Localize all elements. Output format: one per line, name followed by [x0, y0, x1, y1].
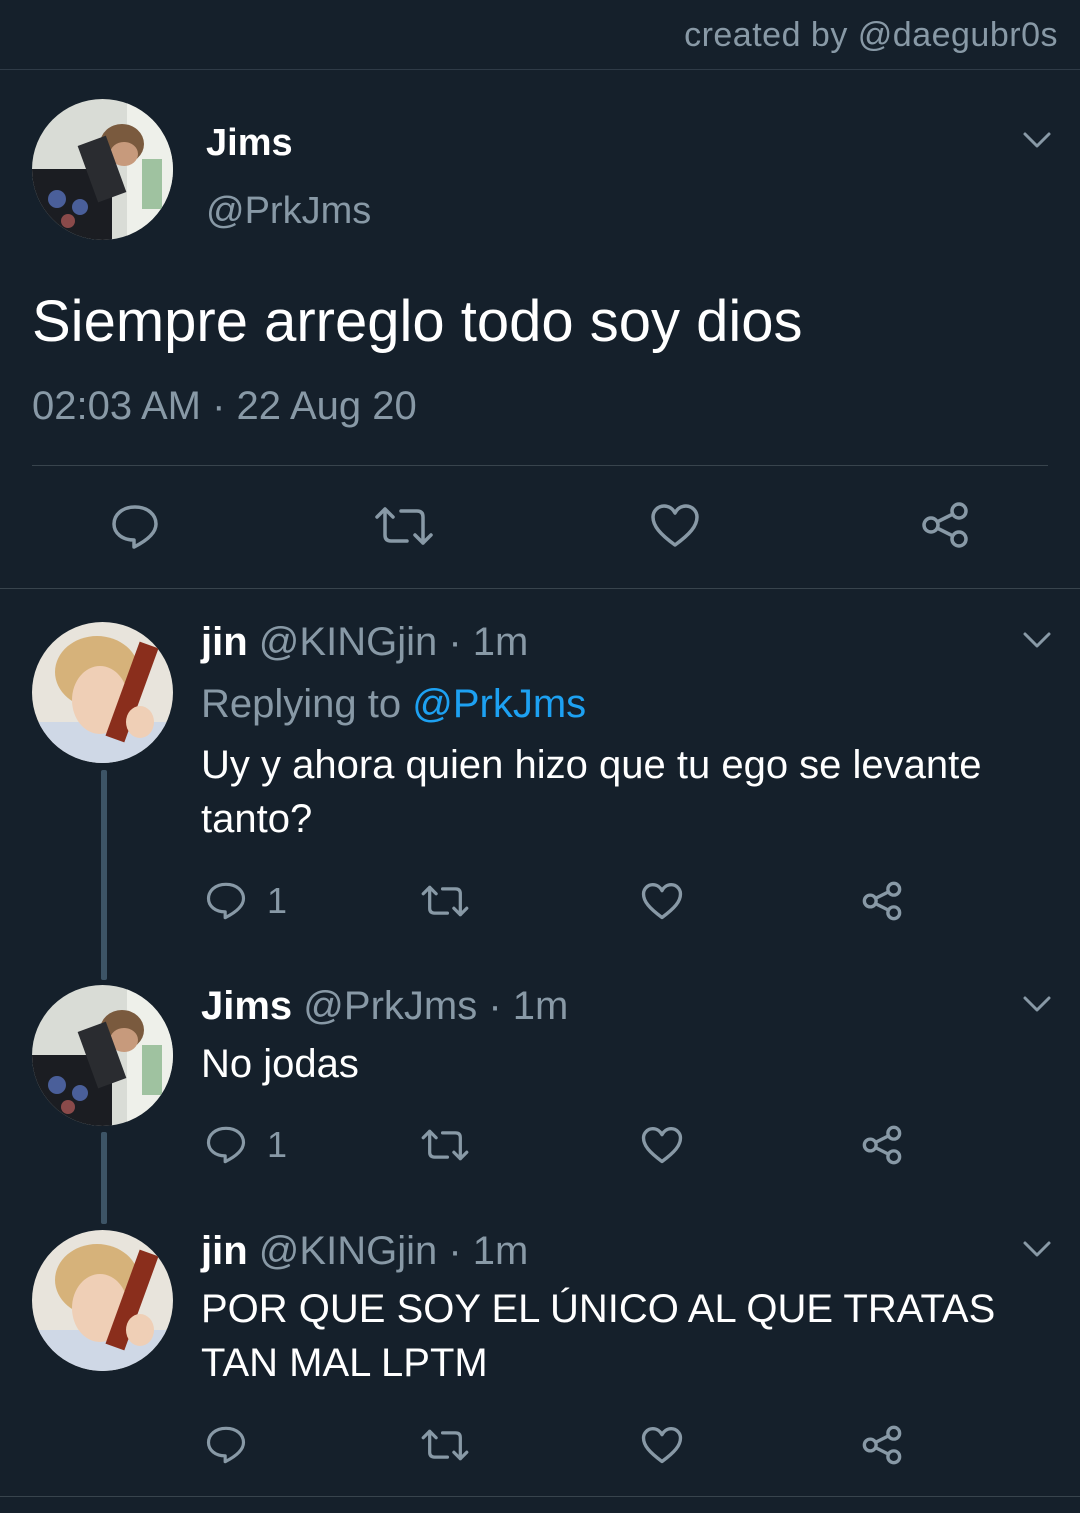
reply-name[interactable]: Jims	[201, 984, 292, 1028]
divider	[0, 588, 1080, 589]
avatar-jin[interactable]	[32, 622, 173, 763]
reply-icon	[206, 1126, 246, 1164]
retweet-icon	[421, 1129, 469, 1161]
reply-button[interactable]	[205, 1425, 247, 1465]
reply-text: Uy y ahora quien hizo que tu ego se leva…	[201, 743, 982, 841]
share-button[interactable]	[861, 1424, 903, 1466]
reply-text: POR QUE SOY EL ÚNICO AL QUE TRATAS TAN M…	[201, 1287, 996, 1385]
avatar-jims[interactable]	[32, 985, 173, 1126]
main-tweet-text: Siempre arreglo todo soy dios	[32, 289, 803, 354]
like-icon	[651, 504, 699, 547]
replying-to: Replying to @PrkJms	[201, 682, 586, 727]
reply-header: jin @KINGjin · 1m	[201, 1229, 528, 1274]
credit-bar: created by @daegubr0s	[0, 0, 1080, 70]
reply-icon	[112, 505, 158, 549]
chevron-down-icon[interactable]	[1022, 630, 1052, 650]
like-button[interactable]	[641, 1426, 683, 1465]
credit-text: created by @daegubr0s	[684, 16, 1058, 54]
retweet-icon	[421, 885, 469, 917]
like-button[interactable]	[641, 882, 683, 921]
reply-header: jin @KINGjin · 1m	[201, 620, 528, 665]
avatar-jin[interactable]	[32, 1230, 173, 1371]
share-button[interactable]	[861, 1124, 903, 1166]
retweet-button[interactable]	[420, 1128, 470, 1162]
retweet-icon	[375, 507, 433, 545]
reply-button[interactable]: 1	[205, 880, 287, 922]
share-icon	[862, 1125, 902, 1165]
reply-time: · 1m	[448, 1229, 529, 1273]
retweet-icon	[421, 1429, 469, 1461]
reply-button[interactable]	[110, 503, 160, 551]
reply-name[interactable]: jin	[201, 1229, 248, 1273]
replying-label: Replying to	[201, 682, 402, 726]
reply-handle[interactable]: @KINGjin	[259, 620, 437, 664]
reply-count: 1	[267, 880, 288, 921]
share-button[interactable]	[920, 500, 970, 550]
main-tweet-name[interactable]: Jims	[206, 122, 293, 165]
thread-line	[101, 1132, 107, 1224]
reply-count: 1	[267, 1124, 288, 1165]
like-button[interactable]	[650, 503, 700, 549]
retweet-button[interactable]	[420, 1428, 470, 1462]
chevron-down-icon[interactable]	[1022, 1239, 1052, 1259]
share-icon	[922, 502, 968, 548]
avatar-jims-main[interactable]	[32, 99, 173, 240]
reply-time: · 1m	[448, 620, 529, 664]
chevron-down-icon[interactable]	[1022, 994, 1052, 1014]
reply-handle[interactable]: @KINGjin	[259, 1229, 437, 1273]
reply-icon	[206, 882, 246, 920]
thread-line	[101, 770, 107, 980]
main-tweet-timestamp[interactable]: 02:03 AM · 22 Aug 20	[32, 384, 417, 429]
divider	[32, 465, 1048, 466]
reply-name[interactable]: jin	[201, 620, 248, 664]
replying-mention[interactable]: @PrkJms	[412, 682, 586, 726]
share-icon	[862, 1425, 902, 1465]
divider	[0, 1496, 1080, 1497]
reply-icon	[206, 1426, 246, 1464]
reply-header: Jims @PrkJms · 1m	[201, 984, 568, 1029]
reply-time: · 1m	[488, 984, 569, 1028]
retweet-button[interactable]	[420, 884, 470, 918]
reply-button[interactable]: 1	[205, 1124, 287, 1166]
reply-handle[interactable]: @PrkJms	[303, 984, 477, 1028]
reply-text: No jodas	[201, 1042, 359, 1086]
chevron-down-icon[interactable]	[1022, 130, 1052, 150]
like-icon	[641, 883, 683, 920]
like-button[interactable]	[641, 1126, 683, 1165]
share-button[interactable]	[861, 880, 903, 922]
like-icon	[641, 1127, 683, 1164]
retweet-button[interactable]	[373, 505, 435, 547]
main-tweet-handle[interactable]: @PrkJms	[206, 190, 371, 233]
like-icon	[641, 1427, 683, 1464]
share-icon	[862, 881, 902, 921]
